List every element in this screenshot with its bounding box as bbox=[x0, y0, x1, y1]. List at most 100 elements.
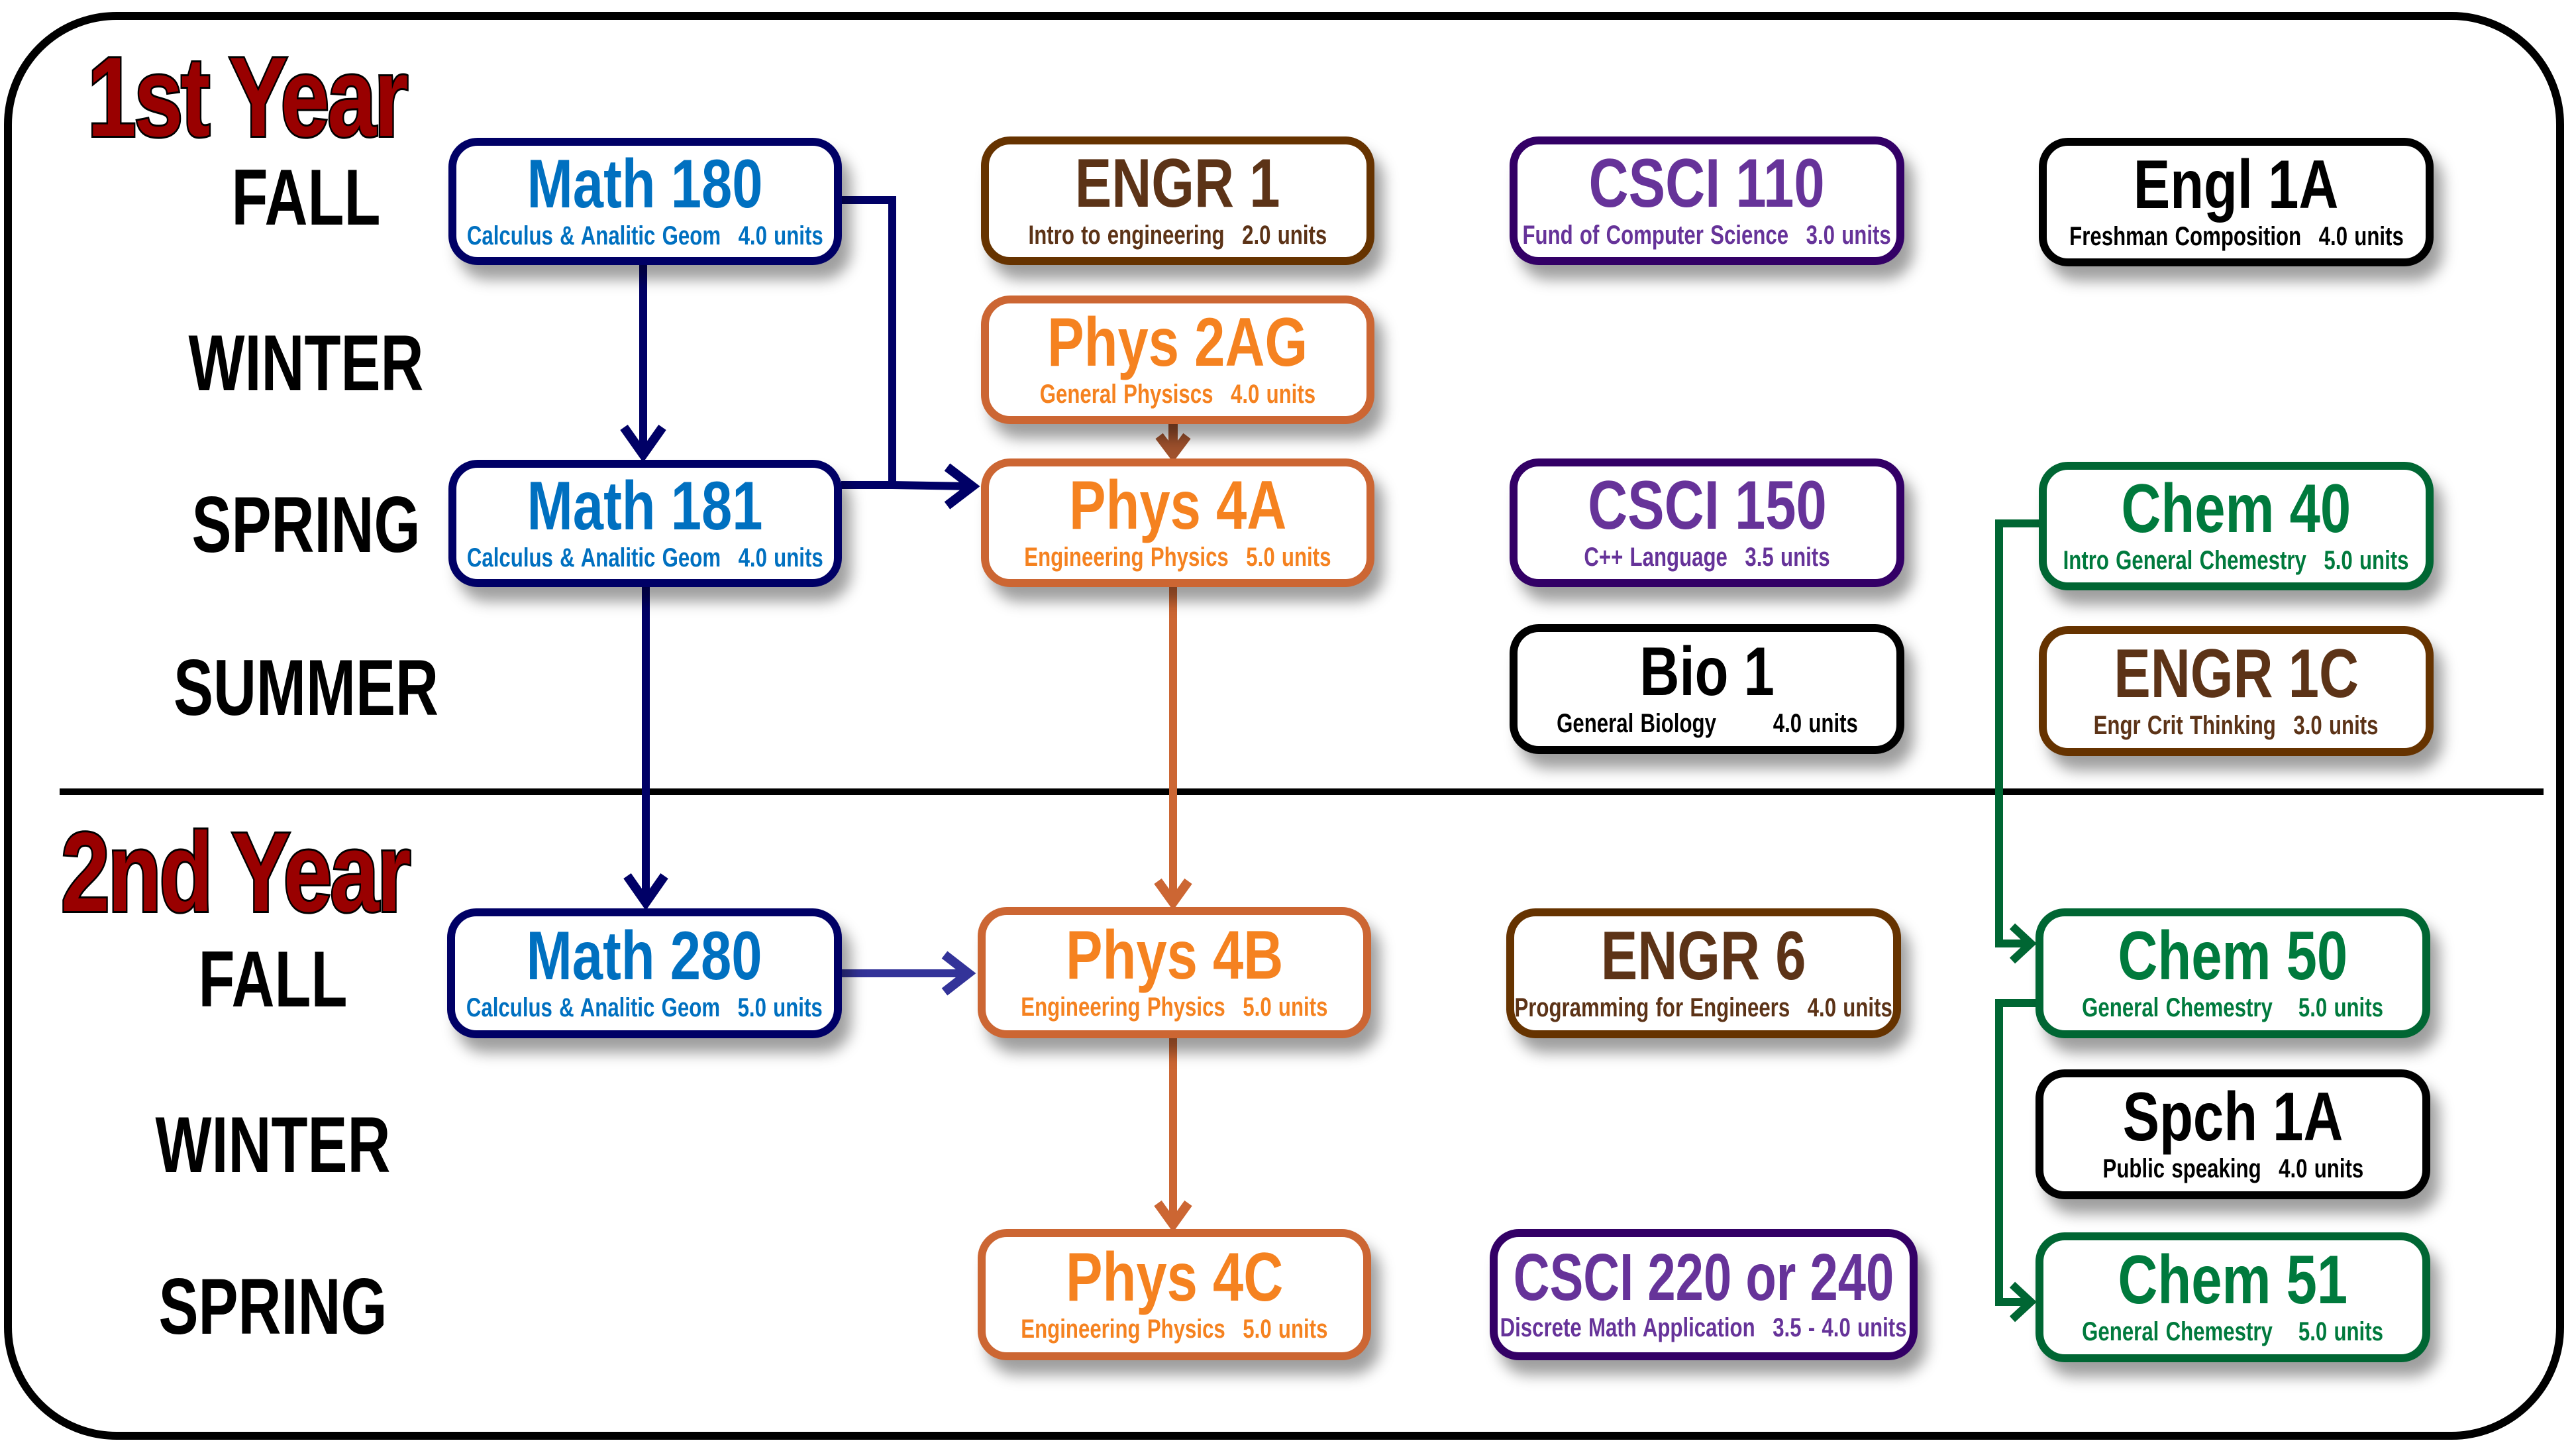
course-code: Engl 1A bbox=[2134, 146, 2339, 223]
course-units: 5.0 units bbox=[2298, 993, 2384, 1022]
course-desc: Programming for Engineers 4.0 units bbox=[1515, 995, 1892, 1021]
course-code: Phys 4C bbox=[1065, 1239, 1284, 1316]
course-title: Calculus & Analitic Geom bbox=[466, 993, 721, 1022]
course-csci220-or-240[interactable]: CSCI 220 or 240 Discrete Math Applicatio… bbox=[1490, 1229, 1918, 1360]
course-title: General Chemestry bbox=[2082, 1317, 2273, 1346]
course-units: 4.0 units bbox=[1773, 709, 1858, 738]
course-units: 4.0 units bbox=[1231, 380, 1316, 409]
course-title: Engineering Physics bbox=[1021, 1315, 1225, 1344]
course-units: 5.0 units bbox=[2324, 546, 2409, 575]
course-engl1a[interactable]: Engl 1A Freshman Composition 4.0 units bbox=[2039, 138, 2434, 266]
course-units: 2.0 units bbox=[1242, 221, 1327, 250]
course-units: 4.0 units bbox=[738, 543, 823, 572]
course-code: Chem 51 bbox=[2118, 1242, 2348, 1318]
course-phys4a[interactable]: Phys 4A Engineering Physics 5.0 units bbox=[981, 458, 1374, 587]
arrow-phys4b-to-phys4c bbox=[1154, 1038, 1192, 1232]
course-title: Programming for Engineers bbox=[1514, 993, 1790, 1022]
course-desc: Calculus & Analitic Geom 4.0 units bbox=[467, 223, 823, 249]
course-units: 5.0 units bbox=[1246, 543, 1331, 572]
arrow-math180-to-math181 bbox=[620, 264, 666, 463]
course-spch1a[interactable]: Spch 1A Public speaking 4.0 units bbox=[2035, 1069, 2430, 1199]
course-desc: Calculus & Analitic Geom 4.0 units bbox=[467, 545, 823, 571]
course-desc: Public speaking 4.0 units bbox=[2102, 1156, 2363, 1182]
course-code: Math 181 bbox=[527, 468, 764, 545]
course-title: Engineering Physics bbox=[1024, 543, 1229, 572]
course-units: 5.0 units bbox=[1243, 993, 1328, 1022]
course-code: Spch 1A bbox=[2122, 1079, 2344, 1156]
course-units: 5.0 units bbox=[1243, 1315, 1328, 1344]
course-title: Intro to engineering bbox=[1028, 221, 1225, 250]
course-engr6[interactable]: ENGR 6 Programming for Engineers 4.0 unit… bbox=[1506, 908, 1901, 1038]
course-phys4c[interactable]: Phys 4C Engineering Physics 5.0 units bbox=[978, 1229, 1371, 1360]
course-code: CSCI 220 or 240 bbox=[1513, 1240, 1894, 1315]
course-code: Math 180 bbox=[527, 146, 764, 223]
course-desc: General Biology 4.0 units bbox=[1557, 710, 1858, 737]
course-units: 4.0 units bbox=[2278, 1154, 2363, 1183]
course-engr1c[interactable]: ENGR 1C Engr Crit Thinking 3.0 units bbox=[2039, 626, 2434, 756]
course-title: Fund of Computer Science bbox=[1522, 221, 1789, 250]
course-desc: C++ Language 3.5 units bbox=[1584, 544, 1829, 570]
course-units: 4.0 units bbox=[2318, 222, 2404, 251]
course-title: General Chemestry bbox=[2082, 993, 2273, 1022]
course-code: Bio 1 bbox=[1639, 633, 1775, 710]
arrow-phys4a-to-phys4b bbox=[1154, 586, 1192, 910]
course-math181[interactable]: Math 181 Calculus & Analitic Geom 4.0 uni… bbox=[448, 460, 842, 587]
course-code: Chem 40 bbox=[2121, 470, 2351, 547]
arrow-chem40-to-chem50 bbox=[1995, 519, 2040, 964]
course-units: 3.0 units bbox=[2293, 711, 2379, 740]
course-title: General Biology bbox=[1556, 709, 1716, 738]
course-title: Engineering Physics bbox=[1021, 993, 1225, 1022]
course-units: 3.5 - 4.0 units bbox=[1773, 1313, 1907, 1342]
course-units: 3.5 units bbox=[1745, 543, 1830, 572]
course-code: Math 280 bbox=[526, 918, 763, 995]
course-code: CSCI 110 bbox=[1588, 145, 1826, 222]
course-code: ENGR 1 bbox=[1075, 145, 1280, 222]
course-units: 4.0 units bbox=[738, 221, 823, 250]
course-math280[interactable]: Math 280 Calculus & Analitic Geom 5.0 uni… bbox=[447, 908, 842, 1038]
course-desc: Engineering Physics 5.0 units bbox=[1021, 994, 1327, 1020]
course-chem50[interactable]: Chem 50 General Chemestry 5.0 units bbox=[2035, 908, 2430, 1038]
course-title: Engr Crit Thinking bbox=[2094, 711, 2277, 740]
course-title: Calculus & Analitic Geom bbox=[467, 543, 721, 572]
course-title: Freshman Composition bbox=[2069, 222, 2301, 251]
course-chem51[interactable]: Chem 51 General Chemestry 5.0 units bbox=[2035, 1232, 2430, 1362]
course-csci150[interactable]: CSCI 150 C++ Language 3.5 units bbox=[1510, 458, 1904, 587]
course-title: C++ Language bbox=[1584, 543, 1727, 572]
course-desc: General Chemestry 5.0 units bbox=[2083, 995, 2384, 1021]
course-desc: Engineering Physics 5.0 units bbox=[1021, 1316, 1327, 1342]
course-desc: Freshman Composition 4.0 units bbox=[2069, 223, 2404, 250]
course-chem40[interactable]: Chem 40 Intro General Chemestry 5.0 units bbox=[2039, 462, 2434, 590]
course-desc: Intro General Chemestry 5.0 units bbox=[2063, 547, 2409, 574]
course-phys2ag[interactable]: Phys 2AG General Physiscs 4.0 units bbox=[981, 296, 1374, 424]
course-bio1[interactable]: Bio 1 General Biology 4.0 units bbox=[1510, 624, 1904, 754]
course-title: Public speaking bbox=[2102, 1154, 2261, 1183]
course-code: CSCI 150 bbox=[1587, 467, 1827, 544]
course-math180[interactable]: Math 180 Calculus & Analitic Geom 4.0 uni… bbox=[448, 138, 842, 265]
course-desc: Engineering Physics 5.0 units bbox=[1024, 544, 1331, 570]
course-desc: Calculus & Analitic Geom 5.0 units bbox=[466, 995, 823, 1021]
course-units: 3.0 units bbox=[1806, 221, 1892, 250]
course-title: Discrete Math Application bbox=[1500, 1313, 1756, 1342]
course-engr1[interactable]: ENGR 1 Intro to engineering 2.0 units bbox=[981, 136, 1374, 265]
course-title: Calculus & Analitic Geom bbox=[467, 221, 721, 250]
course-code: Phys 2AG bbox=[1047, 304, 1308, 381]
course-code: Phys 4A bbox=[1068, 467, 1287, 544]
arrow-chem50-to-chem51 bbox=[1995, 999, 2037, 1322]
arrow-math280-to-phys4b bbox=[841, 951, 976, 996]
course-units: 4.0 units bbox=[1808, 993, 1893, 1022]
course-title: Intro General Chemestry bbox=[2063, 546, 2307, 575]
course-desc: General Physiscs 4.0 units bbox=[1040, 381, 1315, 407]
course-title: General Physiscs bbox=[1039, 380, 1213, 409]
course-units: 5.0 units bbox=[737, 993, 823, 1022]
course-units: 5.0 units bbox=[2298, 1317, 2384, 1346]
course-code: ENGR 6 bbox=[1601, 918, 1806, 995]
course-desc: General Chemestry 5.0 units bbox=[2083, 1318, 2384, 1345]
course-desc: Discrete Math Application 3.5 - 4.0 units bbox=[1500, 1315, 1907, 1341]
course-code: ENGR 1C bbox=[2114, 635, 2359, 712]
course-desc: Fund of Computer Science 3.0 units bbox=[1523, 222, 1891, 248]
arrow-math181-to-math280 bbox=[623, 586, 668, 911]
course-desc: Intro to engineering 2.0 units bbox=[1029, 222, 1327, 248]
course-code: Chem 50 bbox=[2118, 918, 2348, 995]
course-phys4b[interactable]: Phys 4B Engineering Physics 5.0 units bbox=[978, 907, 1371, 1038]
course-csci110[interactable]: CSCI 110 Fund of Computer Science 3.0 uni… bbox=[1510, 136, 1904, 265]
